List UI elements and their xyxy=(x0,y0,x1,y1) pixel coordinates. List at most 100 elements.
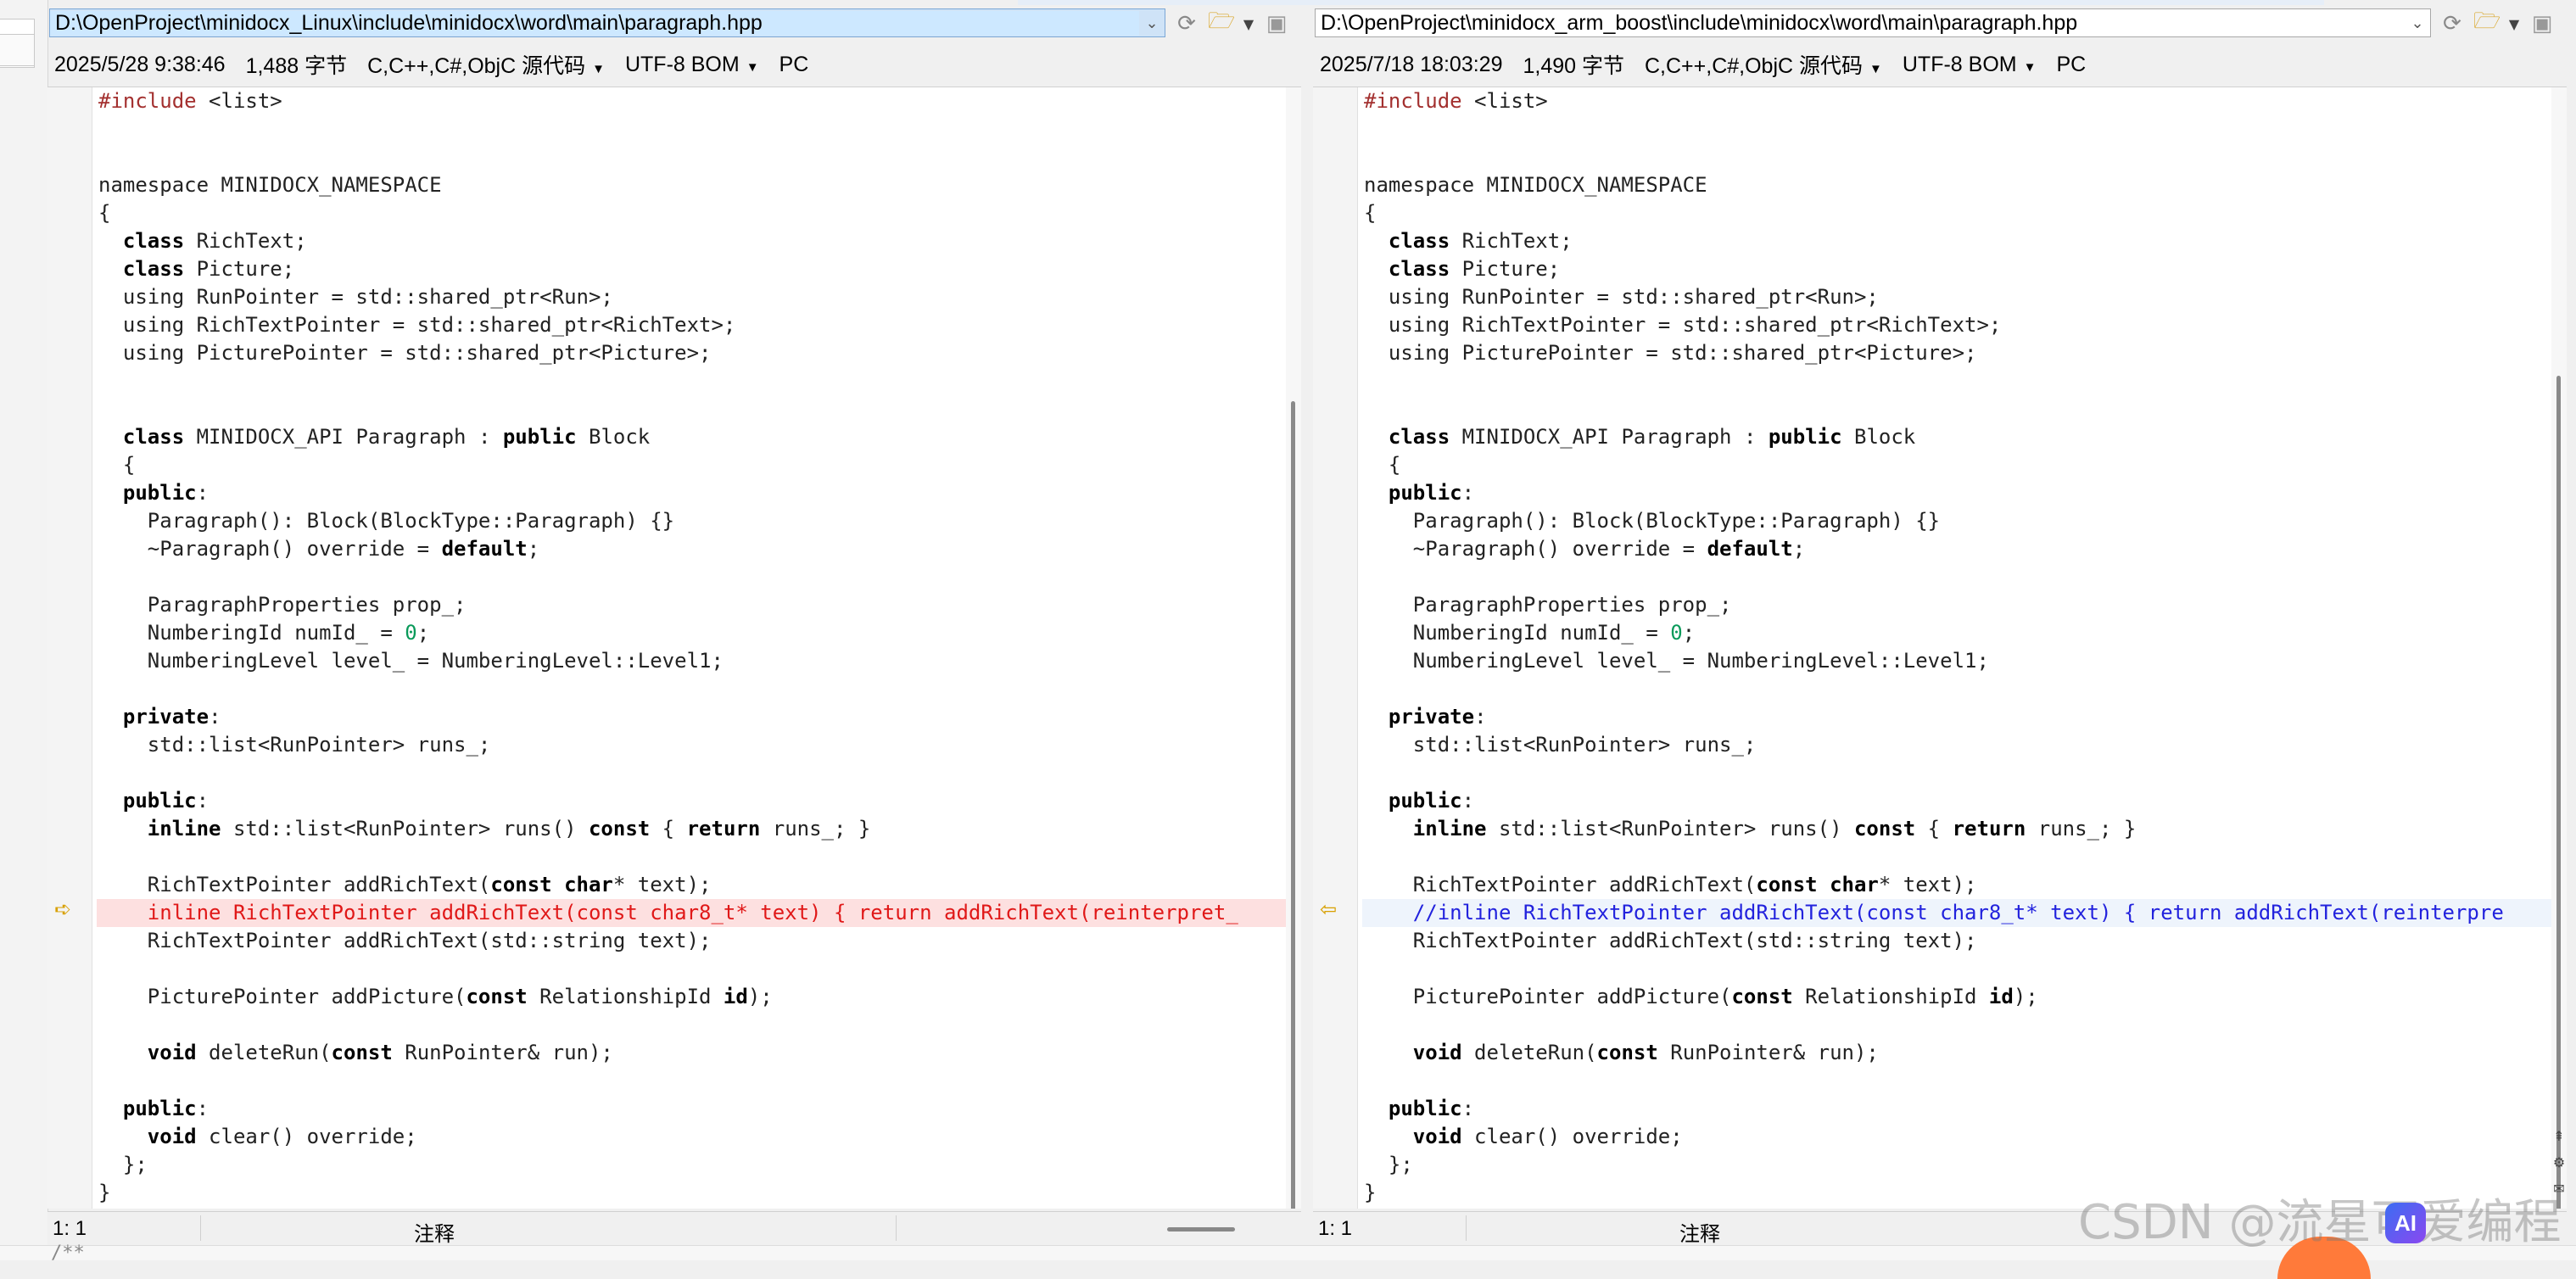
left-scroll-thumb[interactable] xyxy=(1291,401,1295,1209)
folder-open-icon[interactable]: 🗁 xyxy=(1208,5,1235,42)
right-path-combo[interactable]: D:\OpenProject\minidocx_arm_boost\includ… xyxy=(1315,8,2431,37)
left-path-input[interactable]: D:\OpenProject\minidocx_Linux\include\mi… xyxy=(50,10,1139,36)
code-line[interactable]: RichTextPointer addRichText(std::string … xyxy=(97,927,1301,955)
code-line[interactable]: { xyxy=(1362,451,2567,479)
code-line[interactable]: private: xyxy=(1362,703,2567,731)
code-line[interactable] xyxy=(1362,843,2567,871)
code-line[interactable]: public: xyxy=(97,1095,1301,1123)
code-line[interactable] xyxy=(97,143,1301,171)
diff-line[interactable]: inline RichTextPointer addRichText(const… xyxy=(97,899,1301,927)
right-editor[interactable]: ⇦ #include <list> namespace MINIDOCX_NAME… xyxy=(1313,87,2567,1209)
code-line[interactable]: NumberingLevel level_ = NumberingLevel::… xyxy=(1362,647,2567,675)
code-line[interactable] xyxy=(1362,395,2567,423)
code-line[interactable]: using RichTextPointer = std::shared_ptr<… xyxy=(97,311,1301,339)
refresh-icon[interactable]: ⟳ xyxy=(1174,11,1199,36)
code-line[interactable]: } xyxy=(97,1179,1301,1207)
diff-line[interactable]: //inline RichTextPointer addRichText(con… xyxy=(1362,899,2567,927)
left-vertical-scrollbar[interactable] xyxy=(1286,87,1301,1209)
code-line[interactable] xyxy=(97,955,1301,983)
code-line[interactable]: ~Paragraph() override = default; xyxy=(1362,535,2567,563)
code-line[interactable]: Paragraph(): Block(BlockType::Paragraph)… xyxy=(97,507,1301,535)
code-line[interactable]: class MINIDOCX_API Paragraph : public Bl… xyxy=(1362,423,2567,451)
right-path-input[interactable]: D:\OpenProject\minidocx_arm_boost\includ… xyxy=(1316,11,2405,36)
right-encoding-select[interactable]: UTF-8 BOM ▼ xyxy=(1903,53,2037,77)
code-line[interactable]: inline std::list<RunPointer> runs() cons… xyxy=(97,815,1301,843)
scroll-top-icon[interactable]: ⇞ xyxy=(2553,1128,2564,1144)
code-line[interactable]: public: xyxy=(1362,787,2567,815)
refresh-icon[interactable]: ⟳ xyxy=(2439,11,2465,36)
code-line[interactable] xyxy=(1362,955,2567,983)
code-line[interactable]: public: xyxy=(97,479,1301,507)
code-line[interactable] xyxy=(1362,675,2567,703)
code-line[interactable]: public: xyxy=(97,787,1301,815)
right-vertical-scrollbar[interactable] xyxy=(2551,87,2567,1209)
left-code-area[interactable]: #include <list> namespace MINIDOCX_NAMESP… xyxy=(97,87,1301,1209)
code-line[interactable]: void clear() override; xyxy=(1362,1123,2567,1151)
code-line[interactable] xyxy=(1362,143,2567,171)
code-line[interactable]: PicturePointer addPicture(const Relation… xyxy=(97,983,1301,1011)
folder-open-icon[interactable]: 🗁 xyxy=(2473,5,2501,42)
code-line[interactable] xyxy=(1362,115,2567,143)
code-line[interactable] xyxy=(97,395,1301,423)
code-line[interactable]: namespace MINIDOCX_NAMESPACE xyxy=(1362,171,2567,199)
code-line[interactable] xyxy=(97,563,1301,591)
code-line[interactable]: inline std::list<RunPointer> runs() cons… xyxy=(1362,815,2567,843)
code-line[interactable] xyxy=(97,1011,1301,1039)
code-line[interactable]: using PicturePointer = std::shared_ptr<P… xyxy=(1362,339,2567,367)
code-line[interactable]: }; xyxy=(1362,1151,2567,1179)
code-line[interactable]: void deleteRun(const RunPointer& run); xyxy=(97,1039,1301,1067)
code-line[interactable]: class Picture; xyxy=(1362,255,2567,283)
code-line[interactable]: #include <list> xyxy=(1362,87,2567,115)
chevron-down-icon[interactable]: ▼ xyxy=(1242,16,1255,32)
code-line[interactable] xyxy=(1362,759,2567,787)
code-line[interactable]: std::list<RunPointer> runs_; xyxy=(97,731,1301,759)
arrow-left-icon[interactable]: ⇦ xyxy=(1320,899,1337,919)
right-lineending[interactable]: PC xyxy=(2056,53,2086,77)
left-encoding-select[interactable]: UTF-8 BOM ▼ xyxy=(625,53,759,77)
right-scroll-thumb[interactable] xyxy=(2556,376,2561,1209)
code-line[interactable]: ~Paragraph() override = default; xyxy=(97,535,1301,563)
chevron-down-icon[interactable]: ▼ xyxy=(2507,16,2521,32)
code-line[interactable]: RichTextPointer addRichText(std::string … xyxy=(1362,927,2567,955)
code-line[interactable]: ParagraphProperties prop_; xyxy=(1362,591,2567,619)
code-line[interactable]: NumberingId numId_ = 0; xyxy=(97,619,1301,647)
code-line[interactable]: public: xyxy=(1362,1095,2567,1123)
code-line[interactable]: std::list<RunPointer> runs_; xyxy=(1362,731,2567,759)
code-line[interactable]: class RichText; xyxy=(97,227,1301,255)
right-code-area[interactable]: #include <list> namespace MINIDOCX_NAMESP… xyxy=(1362,87,2567,1209)
left-language-select[interactable]: C,C++,C#,ObjC 源代码 ▼ xyxy=(367,49,605,80)
code-line[interactable] xyxy=(97,367,1301,395)
save-icon[interactable]: ▣ xyxy=(2529,11,2555,36)
code-line[interactable] xyxy=(1362,1067,2567,1095)
right-language-select[interactable]: C,C++,C#,ObjC 源代码 ▼ xyxy=(1645,49,1882,80)
code-line[interactable] xyxy=(97,1067,1301,1095)
code-line[interactable]: class RichText; xyxy=(1362,227,2567,255)
code-line[interactable]: { xyxy=(97,451,1301,479)
left-horizontal-scrollbar[interactable] xyxy=(1167,1227,1235,1232)
left-lineending[interactable]: PC xyxy=(780,53,809,77)
code-line[interactable]: namespace MINIDOCX_NAMESPACE xyxy=(97,171,1301,199)
left-editor[interactable]: ➪ #include <list> namespace MINIDOCX_NAME… xyxy=(47,87,1301,1209)
code-line[interactable]: PicturePointer addPicture(const Relation… xyxy=(1362,983,2567,1011)
code-line[interactable]: NumberingId numId_ = 0; xyxy=(1362,619,2567,647)
code-line[interactable]: RichTextPointer addRichText(const char* … xyxy=(97,871,1301,899)
code-line[interactable]: RichTextPointer addRichText(const char* … xyxy=(1362,871,2567,899)
code-line[interactable]: #include <list> xyxy=(97,87,1301,115)
code-line[interactable]: void deleteRun(const RunPointer& run); xyxy=(1362,1039,2567,1067)
chevron-down-icon[interactable]: ⌄ xyxy=(2405,9,2430,36)
code-line[interactable]: using RichTextPointer = std::shared_ptr<… xyxy=(1362,311,2567,339)
code-line[interactable]: Paragraph(): Block(BlockType::Paragraph)… xyxy=(1362,507,2567,535)
code-line[interactable]: using PicturePointer = std::shared_ptr<P… xyxy=(97,339,1301,367)
left-path-combo[interactable]: D:\OpenProject\minidocx_Linux\include\mi… xyxy=(49,8,1165,37)
code-line[interactable] xyxy=(1362,563,2567,591)
code-line[interactable] xyxy=(97,115,1301,143)
code-line[interactable]: void clear() override; xyxy=(97,1123,1301,1151)
save-icon[interactable]: ▣ xyxy=(1264,11,1289,36)
chevron-down-icon[interactable]: ⌄ xyxy=(1139,9,1165,36)
code-line[interactable]: public: xyxy=(1362,479,2567,507)
code-line[interactable] xyxy=(1362,1011,2567,1039)
ai-assistant-icon[interactable]: AI xyxy=(2385,1203,2426,1243)
code-line[interactable] xyxy=(97,843,1301,871)
code-line[interactable]: class MINIDOCX_API Paragraph : public Bl… xyxy=(97,423,1301,451)
code-line[interactable]: ParagraphProperties prop_; xyxy=(97,591,1301,619)
